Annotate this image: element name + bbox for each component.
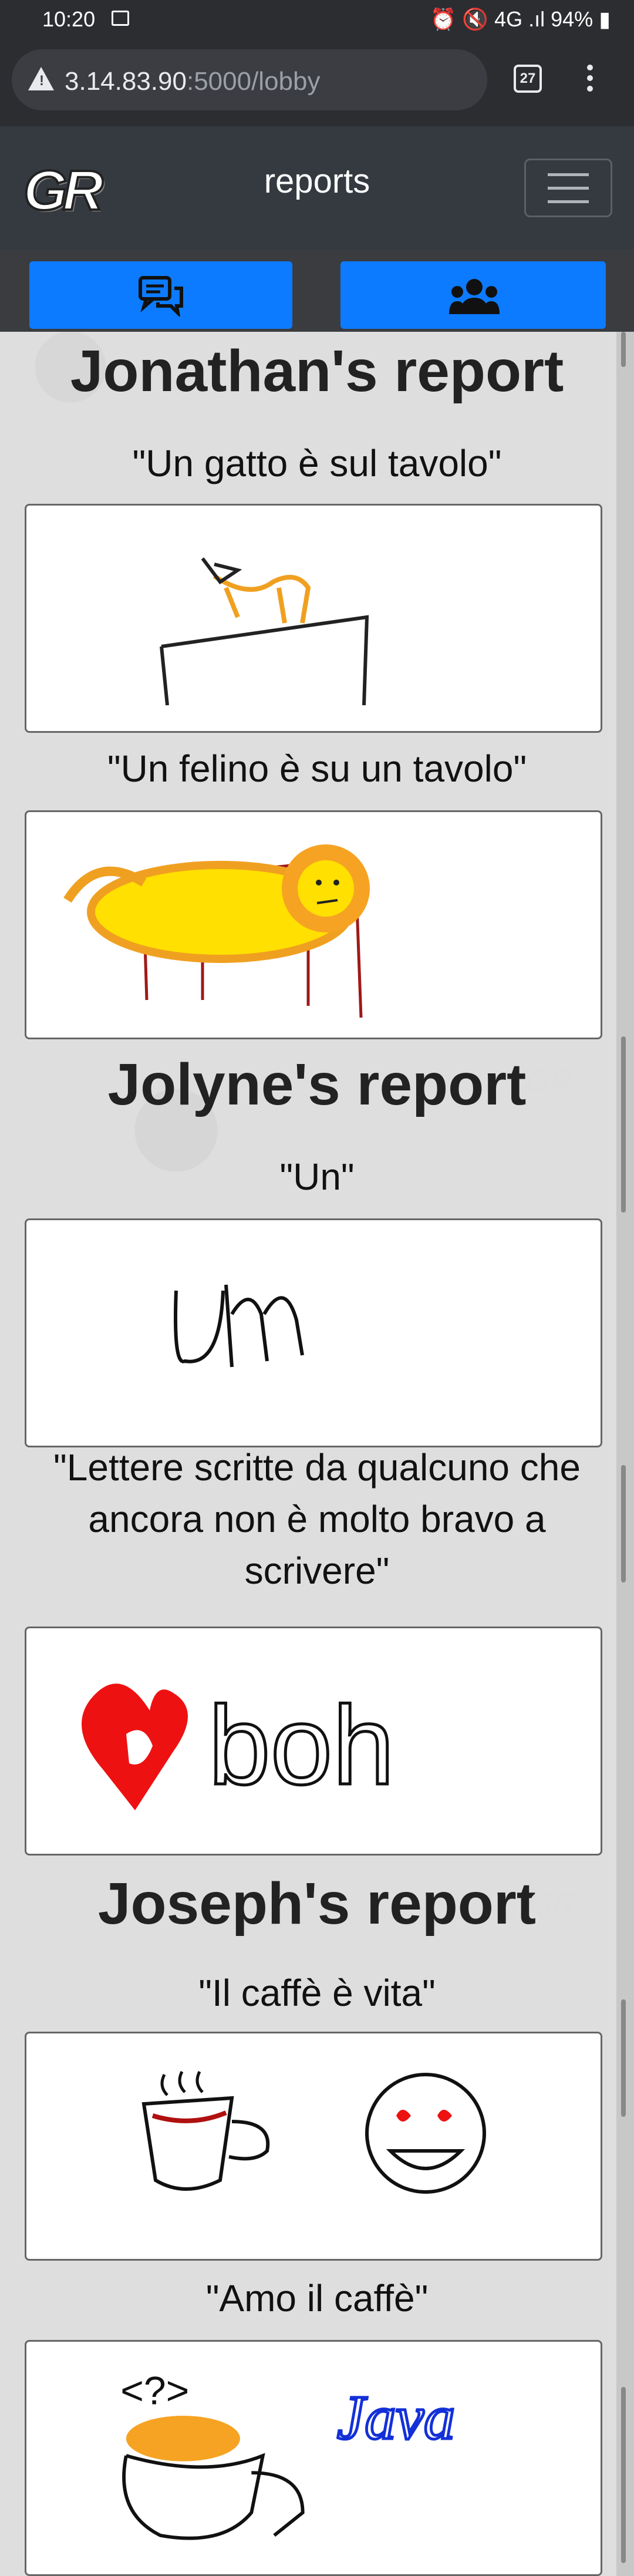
status-icons: ⏰ 🔇 4G .ıl 94% ▮ [430, 7, 611, 31]
clock: 10:20 [42, 7, 96, 31]
coffee-cup-and-smiley-drawing [141, 2070, 486, 2194]
warning-icon[interactable]: ! [28, 67, 54, 90]
navbar-toggler-button[interactable] [524, 159, 612, 217]
gallery-notification-icon [112, 11, 129, 26]
drawing-caption: "Un" [279, 1156, 355, 1198]
tab-switcher-button[interactable]: 27 [514, 65, 542, 93]
cat-on-table-drawing [160, 557, 369, 706]
coffee-java-drawing: <?> Java [120, 2369, 457, 2540]
drawing-caption: "Un felino è su un tavolo" [107, 747, 527, 790]
svg-text:<?>: <?> [120, 2369, 189, 2413]
watermark-logo: GR [528, 1885, 576, 1921]
players-tab-button[interactable] [340, 261, 606, 329]
drawing-caption: "Lettere scritte da qualcuno che ancora … [53, 1446, 581, 1592]
svg-text:Java: Java [337, 2383, 455, 2453]
chat-tab-button[interactable] [29, 261, 292, 329]
watermark-logo: GR [525, 1063, 573, 1099]
chat-icon [139, 276, 183, 316]
content-area: Jonathan's report "Un gatto è sul tavolo… [0, 250, 634, 2576]
url-text[interactable]: 3.14.83.90:5000/lobby [65, 67, 321, 96]
more-menu-icon[interactable] [584, 65, 596, 100]
drawing-card: <?> Java [25, 2340, 602, 2576]
address-bar[interactable]: ! 3.14.83.90:5000/lobby [12, 49, 487, 110]
drawing-card [25, 504, 602, 733]
drawing-caption: "Il caffè è vita" [198, 1972, 436, 2014]
status-bar: 10:20 ⏰ 🔇 4G .ıl 94% ▮ [0, 0, 634, 41]
view-tabs [0, 250, 634, 332]
lion-on-table-drawing [63, 844, 370, 1018]
navbar: GR reports [0, 126, 634, 250]
drawing-card: boh [25, 1627, 602, 1856]
svg-text:boh: boh [208, 1683, 394, 1808]
drawing-card [25, 2032, 602, 2261]
browser-toolbar: ! 3.14.83.90:5000/lobby 27 [0, 41, 634, 126]
drawing-card [25, 1218, 602, 1447]
heart-and-boh-drawing: boh [82, 1682, 396, 1810]
drawing-card [25, 810, 602, 1039]
handwritten-un-drawing [174, 1284, 304, 1368]
drawing-caption: "Un gatto è sul tavolo" [132, 442, 502, 484]
drawing-caption: "Amo il caffè" [205, 2277, 429, 2319]
report-heading: Jonathan's report [70, 338, 564, 404]
users-icon [449, 279, 500, 314]
